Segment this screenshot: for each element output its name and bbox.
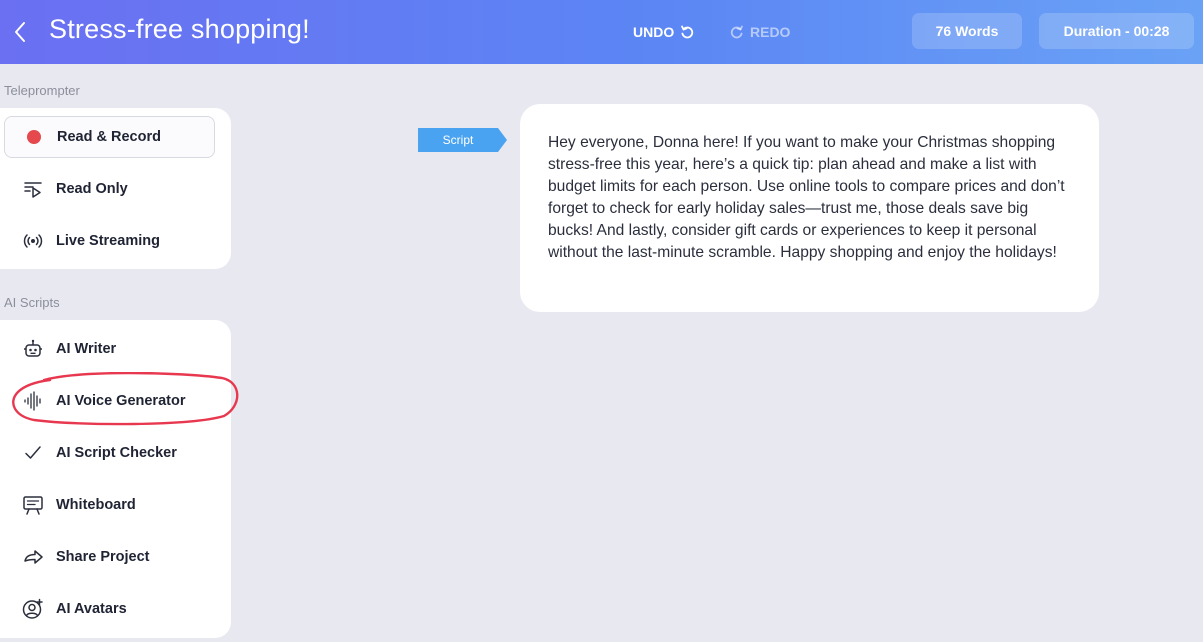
redo-label: REDO bbox=[750, 24, 791, 40]
sidebar-item-read-record[interactable]: Read & Record bbox=[4, 116, 215, 158]
script-text[interactable]: Hey everyone, Donna here! If you want to… bbox=[548, 132, 1071, 264]
sidebar-item-read-only[interactable]: Read Only bbox=[4, 168, 215, 210]
teleprompter-panel: Read & Record Read Only Live Streaming bbox=[0, 108, 231, 269]
sidebar-item-label: AI Avatars bbox=[56, 601, 127, 617]
back-button[interactable] bbox=[8, 18, 32, 46]
script-tag-label: Script bbox=[442, 133, 474, 147]
duration-badge: Duration - 00:28 bbox=[1039, 13, 1194, 49]
undo-icon bbox=[681, 25, 694, 39]
top-bar: Stress-free shopping! UNDO REDO 76 Words… bbox=[0, 0, 1203, 64]
page-title: Stress-free shopping! bbox=[49, 14, 310, 44]
undo-button[interactable]: UNDO bbox=[633, 22, 694, 42]
sidebar-item-label: AI Script Checker bbox=[56, 445, 177, 461]
waveform-icon bbox=[22, 390, 44, 412]
sidebar-item-ai-script-checker[interactable]: AI Script Checker bbox=[4, 432, 215, 474]
word-count-badge: 76 Words bbox=[912, 13, 1022, 49]
redo-icon bbox=[730, 25, 743, 39]
sidebar-item-label: AI Voice Generator bbox=[56, 393, 186, 409]
sidebar-item-whiteboard[interactable]: Whiteboard bbox=[4, 484, 215, 526]
script-card[interactable]: Hey everyone, Donna here! If you want to… bbox=[520, 104, 1099, 312]
sidebar-item-share-project[interactable]: Share Project bbox=[4, 536, 215, 578]
whiteboard-icon bbox=[22, 494, 44, 516]
ai-scripts-section-label: AI Scripts bbox=[4, 295, 60, 310]
teleprompter-section-label: Teleprompter bbox=[4, 83, 80, 98]
sidebar-item-label: AI Writer bbox=[56, 341, 117, 357]
sidebar-item-label: Read & Record bbox=[57, 129, 161, 145]
undo-label: UNDO bbox=[633, 24, 675, 40]
sidebar-item-label: Read Only bbox=[56, 181, 128, 197]
sidebar-item-live-streaming[interactable]: Live Streaming bbox=[4, 220, 215, 262]
redo-button[interactable]: REDO bbox=[730, 22, 790, 42]
read-only-icon bbox=[22, 178, 44, 200]
script-tag: Script bbox=[418, 128, 508, 152]
record-dot-icon bbox=[23, 126, 45, 148]
checkmark-icon bbox=[22, 442, 44, 464]
sidebar-item-label: Whiteboard bbox=[56, 497, 136, 513]
ai-scripts-panel: AI Writer AI Voice Generator AI Script C… bbox=[0, 320, 231, 638]
robot-icon bbox=[22, 338, 44, 360]
sidebar-item-label: Live Streaming bbox=[56, 233, 160, 249]
share-arrow-icon bbox=[22, 546, 44, 568]
sidebar-item-ai-voice-generator[interactable]: AI Voice Generator bbox=[4, 380, 215, 422]
avatar-add-icon bbox=[22, 598, 44, 620]
chevron-left-icon bbox=[15, 22, 25, 42]
sidebar-item-ai-avatars[interactable]: AI Avatars bbox=[4, 588, 215, 630]
sidebar-item-label: Share Project bbox=[56, 549, 150, 565]
broadcast-icon bbox=[22, 230, 44, 252]
sidebar-item-ai-writer[interactable]: AI Writer bbox=[4, 328, 215, 370]
